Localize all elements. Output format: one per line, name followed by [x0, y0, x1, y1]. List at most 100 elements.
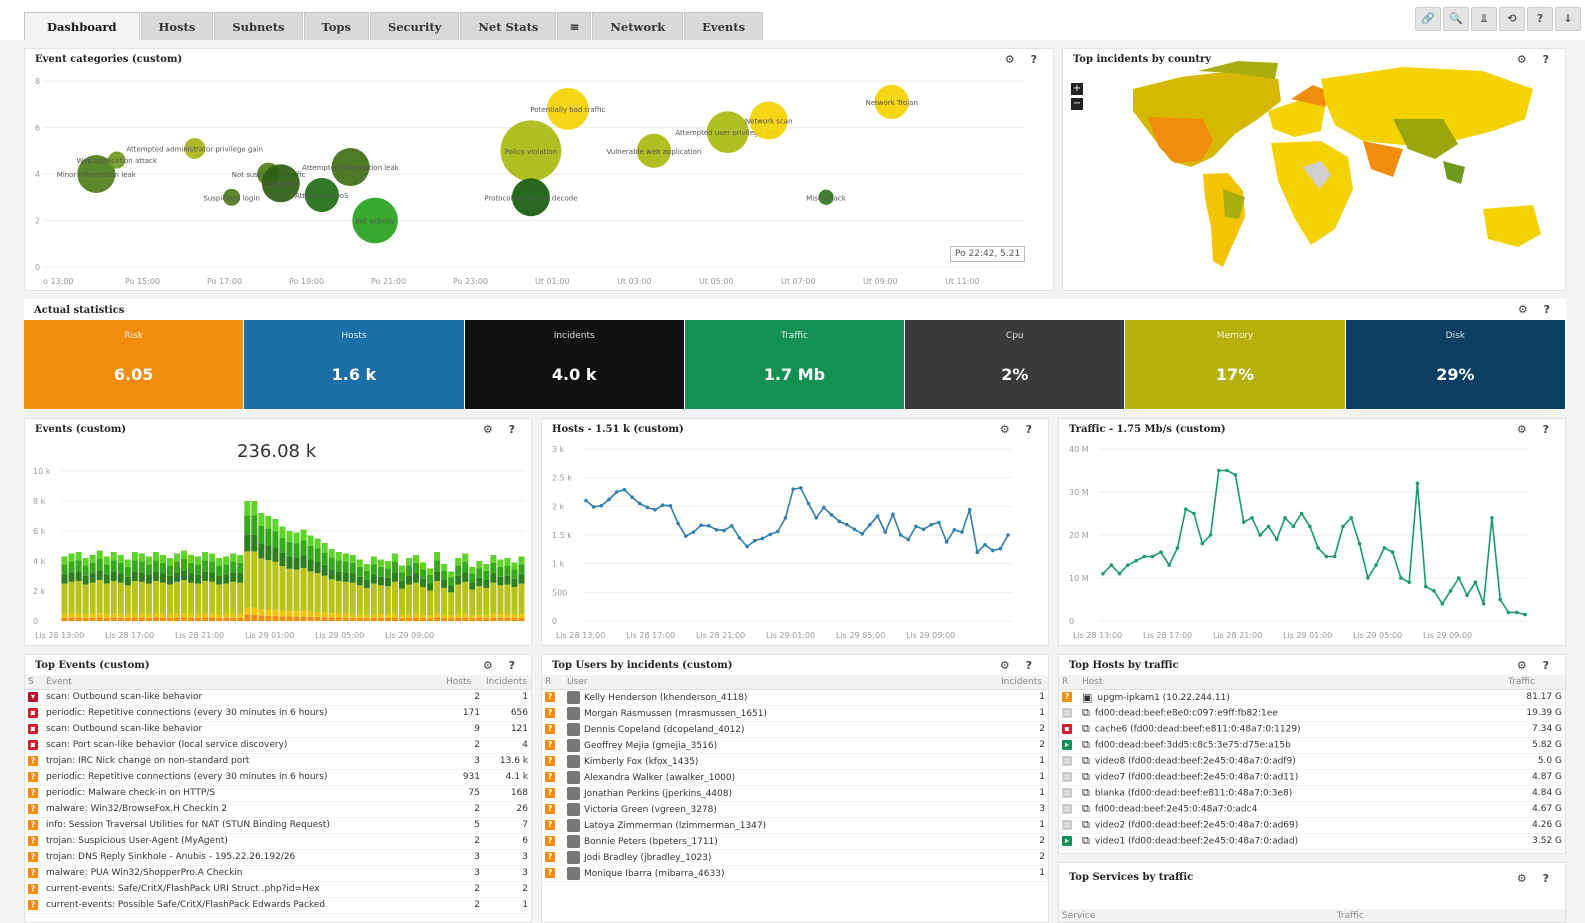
events-bar-segment[interactable] [427, 618, 434, 621]
events-bar-segment[interactable] [286, 531, 293, 542]
events-bar-segment[interactable] [391, 613, 398, 618]
events-bar-segment[interactable] [166, 614, 173, 618]
help-icon[interactable]: ? [1527, 7, 1553, 31]
data-point[interactable] [937, 520, 941, 525]
events-bar-segment[interactable] [159, 617, 166, 621]
events-bar-segment[interactable] [89, 582, 96, 614]
data-point[interactable] [622, 487, 627, 492]
bubble-chart[interactable]: 8 6 4 2 0o 13:00 Po 15:00 Po 17:00 Po 19:00 Po 2… [25, 49, 1054, 291]
events-bar-segment[interactable] [413, 613, 420, 618]
events-bar-segment[interactable] [110, 571, 117, 581]
data-point[interactable] [1126, 563, 1130, 567]
tab-network[interactable]: Network [592, 12, 684, 40]
data-point[interactable] [1241, 520, 1246, 524]
events-bar-segment[interactable] [96, 570, 103, 581]
events-bar-segment[interactable] [391, 561, 398, 573]
events-bar-segment[interactable] [124, 576, 131, 586]
events-bar-segment[interactable] [124, 614, 131, 618]
table-row[interactable]: ? malware: PUA Win32/ShopperPro.A Checkin… [25, 865, 531, 882]
events-bar-segment[interactable] [511, 578, 518, 588]
data-point[interactable] [1006, 533, 1010, 537]
events-bar-segment[interactable] [173, 617, 181, 621]
events-bar-segment[interactable] [131, 617, 138, 621]
events-bar-segment[interactable] [511, 569, 518, 579]
table-row[interactable]: ? Kimberly Fox (kfox_1435) 1 [542, 753, 1048, 770]
series-line[interactable] [585, 487, 1009, 554]
events-bar-segment[interactable] [420, 618, 427, 621]
data-point[interactable] [1233, 473, 1238, 477]
data-point[interactable] [1498, 597, 1502, 602]
events-bar-segment[interactable] [216, 565, 223, 576]
events-bar-segment[interactable] [370, 583, 377, 614]
events-bar-segment[interactable] [181, 617, 188, 621]
events-bar-segment[interactable] [455, 614, 462, 618]
events-bar-segment[interactable] [188, 617, 195, 621]
events-bar-segment[interactable] [504, 617, 511, 621]
events-bar-segment[interactable] [377, 566, 384, 577]
events-bar-segment[interactable] [462, 617, 469, 621]
events-bar-segment[interactable] [370, 556, 377, 565]
events-bar-segment[interactable] [398, 572, 405, 582]
events-bar-segment[interactable] [391, 581, 398, 614]
data-point[interactable] [714, 528, 719, 532]
events-bar-segment[interactable] [518, 574, 525, 584]
data-point[interactable] [1390, 550, 1395, 554]
data-point[interactable] [1225, 468, 1229, 473]
data-point[interactable] [860, 532, 865, 536]
zoom-in-button[interactable]: + [1071, 83, 1083, 95]
col-severity[interactable]: S [25, 675, 43, 690]
events-bar-segment[interactable] [131, 560, 138, 572]
events-bar-segment[interactable] [181, 558, 188, 571]
events-bar-segment[interactable] [152, 580, 159, 614]
data-point[interactable] [921, 527, 926, 532]
events-bar-segment[interactable] [188, 562, 195, 574]
events-bar-segment[interactable] [209, 553, 216, 562]
events-bar-segment[interactable] [314, 548, 321, 562]
data-point[interactable] [683, 534, 688, 538]
events-bar-segment[interactable] [82, 617, 89, 621]
table-row[interactable]: ▪ ⧉ cache6 (fd00:dead:beef:e811:0:48a7:0:1… [1059, 721, 1565, 738]
events-bar-segment[interactable] [504, 584, 511, 615]
data-point[interactable] [729, 524, 734, 528]
data-point[interactable] [822, 505, 826, 510]
events-bar-segment[interactable] [420, 562, 427, 570]
data-point[interactable] [990, 548, 995, 553]
events-bar-segment[interactable] [68, 572, 75, 582]
events-bar-segment[interactable] [307, 559, 314, 572]
events-bar-segment[interactable] [384, 577, 391, 587]
events-bar-segment[interactable] [188, 613, 195, 618]
data-point[interactable] [914, 524, 918, 529]
events-bar-segment[interactable] [441, 614, 448, 619]
event-name[interactable]: scan: Outbound scan-like behavior [43, 689, 443, 706]
data-point[interactable] [699, 523, 703, 528]
events-bar-segment[interactable] [314, 573, 321, 612]
events-bar-segment[interactable] [251, 551, 258, 608]
data-point[interactable] [1374, 563, 1378, 567]
data-point[interactable] [1506, 610, 1511, 615]
data-point[interactable] [1465, 593, 1469, 597]
events-bar-segment[interactable] [476, 561, 483, 569]
events-bar-segment[interactable] [349, 617, 356, 621]
events-bar-segment[interactable] [321, 543, 328, 553]
data-point[interactable] [791, 487, 795, 491]
events-bar-segment[interactable] [342, 617, 349, 621]
events-bar-segment[interactable] [504, 558, 511, 566]
events-bar-segment[interactable] [405, 558, 413, 566]
event-name[interactable]: trojan: DNS Reply Sinkhole - Anubis - 19… [43, 849, 443, 866]
user-cell[interactable]: Monique Ibarra (mibarra_4633) [564, 865, 998, 882]
events-bar-segment[interactable] [455, 565, 462, 576]
events-bar-segment[interactable] [356, 585, 363, 615]
events-bar-segment[interactable] [363, 579, 370, 588]
events-bar-segment[interactable] [258, 558, 265, 610]
events-bar-segment[interactable] [293, 557, 300, 570]
events-bar-segment[interactable] [251, 534, 258, 552]
data-point[interactable] [1266, 524, 1271, 529]
data-point[interactable] [745, 544, 749, 549]
data-point[interactable] [668, 503, 673, 508]
data-point[interactable] [1514, 610, 1519, 615]
event-name[interactable]: trojan: Suspicious User-Agent (MyAgent) [43, 833, 443, 850]
events-bar-segment[interactable] [427, 615, 434, 619]
events-bar-segment[interactable] [237, 617, 244, 621]
events-bar-segment[interactable] [321, 552, 328, 565]
events-bar-segment[interactable] [124, 559, 131, 567]
